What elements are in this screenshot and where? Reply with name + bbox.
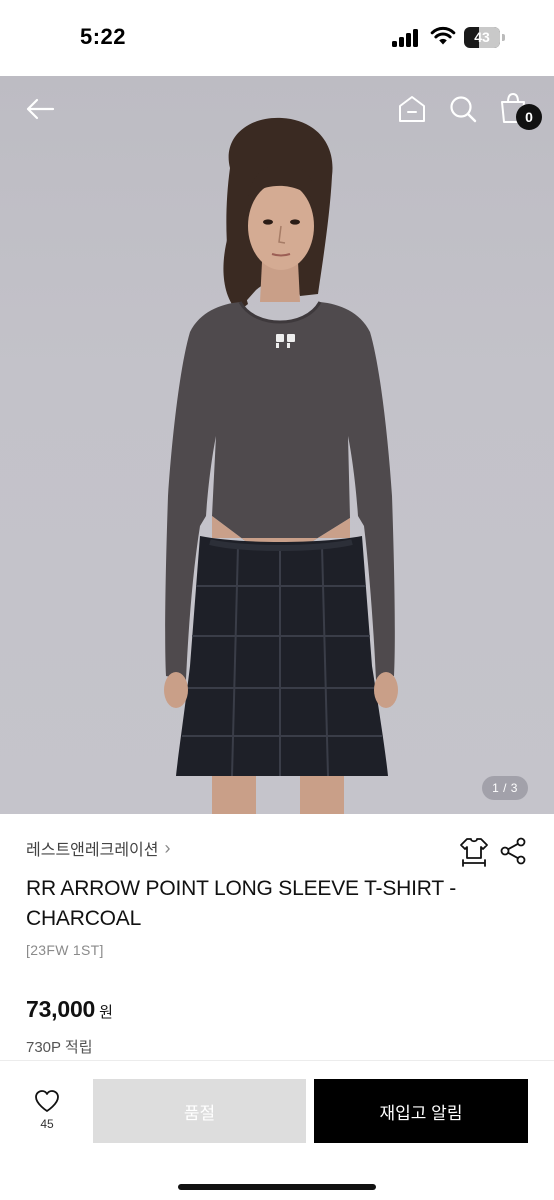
heart-icon xyxy=(35,1090,59,1112)
soldout-button[interactable]: 품절 xyxy=(93,1079,306,1143)
product-season-tag: [23FW 1ST] xyxy=(26,942,104,958)
battery-icon: 43 xyxy=(464,27,506,48)
product-price: 73,000 xyxy=(26,996,96,1022)
product-title: RR ARROW POINT LONG SLEEVE T-SHIRT - CHA… xyxy=(26,877,457,930)
home-icon xyxy=(399,96,425,122)
price-currency: 원 xyxy=(99,1004,113,1021)
restock-alert-button[interactable]: 재입고 알림 xyxy=(314,1079,528,1143)
wifi-icon xyxy=(430,26,456,45)
arrow-left-icon xyxy=(26,98,55,120)
reward-points: 730P 적립 xyxy=(26,1039,93,1056)
price-row: 73,000 원 xyxy=(26,996,113,1023)
cart-count-badge: 0 xyxy=(516,104,542,130)
back-button[interactable] xyxy=(20,94,60,124)
status-bar: 5:22 43 xyxy=(0,0,554,76)
cellular-signal-icon xyxy=(392,29,420,47)
size-guide-button[interactable] xyxy=(458,836,490,868)
chevron-right-icon: › xyxy=(164,838,171,858)
brand-name: 레스트앤레크레이션 xyxy=(26,842,159,859)
search-icon xyxy=(450,96,477,123)
home-button[interactable] xyxy=(396,92,428,126)
battery-level: 43 xyxy=(474,29,490,45)
like-count: 45 xyxy=(40,1117,54,1131)
product-photo xyxy=(164,117,398,814)
product-image-gallery[interactable]: 1 / 3 xyxy=(0,76,554,814)
share-button[interactable] xyxy=(498,836,528,866)
search-button[interactable] xyxy=(446,92,480,126)
share-icon xyxy=(500,837,526,865)
bottom-action-bar: 45 품절 재입고 알림 xyxy=(0,1060,554,1200)
brand-link[interactable]: 레스트앤레크레이션 › xyxy=(26,836,170,860)
tshirt-measure-icon xyxy=(460,838,488,867)
gallery-page-indicator: 1 / 3 xyxy=(482,776,528,800)
like-button[interactable]: 45 xyxy=(22,1089,72,1149)
home-indicator xyxy=(178,1184,376,1190)
status-time: 5:22 xyxy=(80,24,127,49)
